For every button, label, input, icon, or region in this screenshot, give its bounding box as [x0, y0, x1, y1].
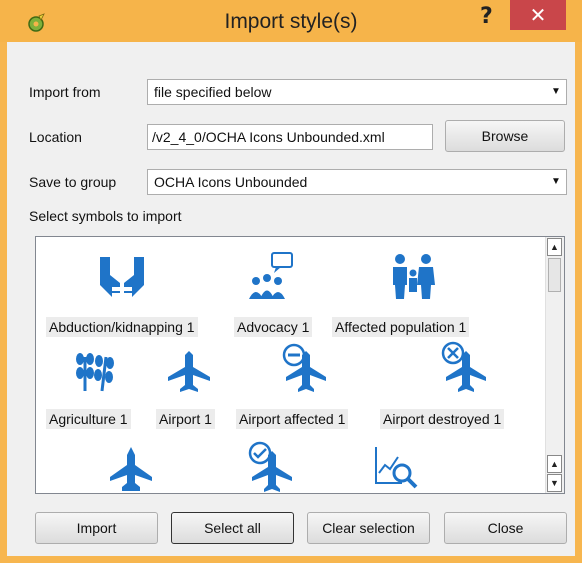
close-button[interactable]: Close	[444, 512, 567, 544]
symbol-label: Abduction/kidnapping 1	[46, 317, 198, 337]
chevron-down-icon: ▼	[551, 86, 561, 97]
symbol-label: Affected population 1	[332, 317, 470, 337]
affected-population-icon	[393, 254, 435, 299]
save-to-group-value: OCHA Icons Unbounded	[154, 174, 308, 190]
list-item[interactable]	[276, 343, 330, 393]
symbol-label: Airport affected 1	[236, 409, 349, 429]
agriculture-icon	[76, 353, 114, 392]
scroll-down-icon[interactable]: ▼	[547, 474, 562, 492]
chevron-down-icon: ▼	[551, 176, 561, 187]
window-close-button[interactable]: ✕	[510, 0, 566, 30]
symbols-list[interactable]: Abduction/kidnapping 1 Advocacy 1 Affect…	[35, 236, 565, 494]
import-from-value: file specified below	[154, 84, 272, 100]
airport-destroyed-icon	[441, 341, 486, 392]
airport-icon	[168, 351, 210, 392]
list-item[interactable]	[96, 251, 148, 303]
title-bar[interactable]: Import style(s) ? ✕	[0, 0, 582, 42]
import-button[interactable]: Import	[35, 512, 158, 544]
location-label: Location	[29, 129, 82, 145]
dialog-body: Import from file specified below ▼ Locat…	[7, 42, 575, 556]
list-item[interactable]	[388, 251, 438, 303]
list-item[interactable]	[436, 341, 490, 393]
save-to-group-select[interactable]: OCHA Icons Unbounded ▼	[147, 169, 567, 195]
list-item[interactable]	[246, 251, 296, 303]
scroll-thumb[interactable]	[548, 258, 561, 292]
import-from-select[interactable]: file specified below ▼	[147, 79, 567, 105]
clear-selection-button[interactable]: Clear selection	[307, 512, 430, 544]
symbols-scrollbar[interactable]: ▲ ▲ ▼	[545, 237, 564, 493]
window-title: Import style(s)	[224, 10, 358, 33]
list-item[interactable]	[108, 445, 154, 491]
select-all-button[interactable]: Select all	[171, 512, 294, 544]
help-button[interactable]: ?	[480, 4, 493, 29]
advocacy-icon	[249, 252, 293, 299]
scroll-page-down-icon[interactable]: ▲	[547, 455, 562, 473]
list-item[interactable]	[166, 349, 212, 393]
military-airport-icon	[110, 447, 152, 491]
list-item[interactable]	[242, 441, 296, 493]
select-symbols-label: Select symbols to import	[29, 208, 182, 224]
list-item[interactable]	[72, 347, 116, 393]
location-field[interactable]: /v2_4_0/OCHA Icons Unbounded.xml	[147, 124, 433, 150]
assessment-icon	[375, 447, 418, 489]
import-style-dialog: Import style(s) ? ✕ Import from file spe…	[0, 0, 582, 563]
list-item[interactable]	[372, 443, 418, 489]
airport-affected-icon	[282, 343, 326, 392]
browse-button[interactable]: Browse	[445, 120, 565, 152]
symbol-label: Agriculture 1	[46, 409, 131, 429]
import-from-label: Import from	[29, 84, 101, 100]
airport-operational-icon	[248, 441, 292, 492]
scroll-up-icon[interactable]: ▲	[547, 238, 562, 256]
symbol-label: Airport 1	[156, 409, 215, 429]
save-to-group-label: Save to group	[29, 174, 117, 190]
abduction-icon	[100, 257, 144, 297]
symbol-label: Airport destroyed 1	[380, 409, 505, 429]
symbol-label: Advocacy 1	[234, 317, 313, 337]
